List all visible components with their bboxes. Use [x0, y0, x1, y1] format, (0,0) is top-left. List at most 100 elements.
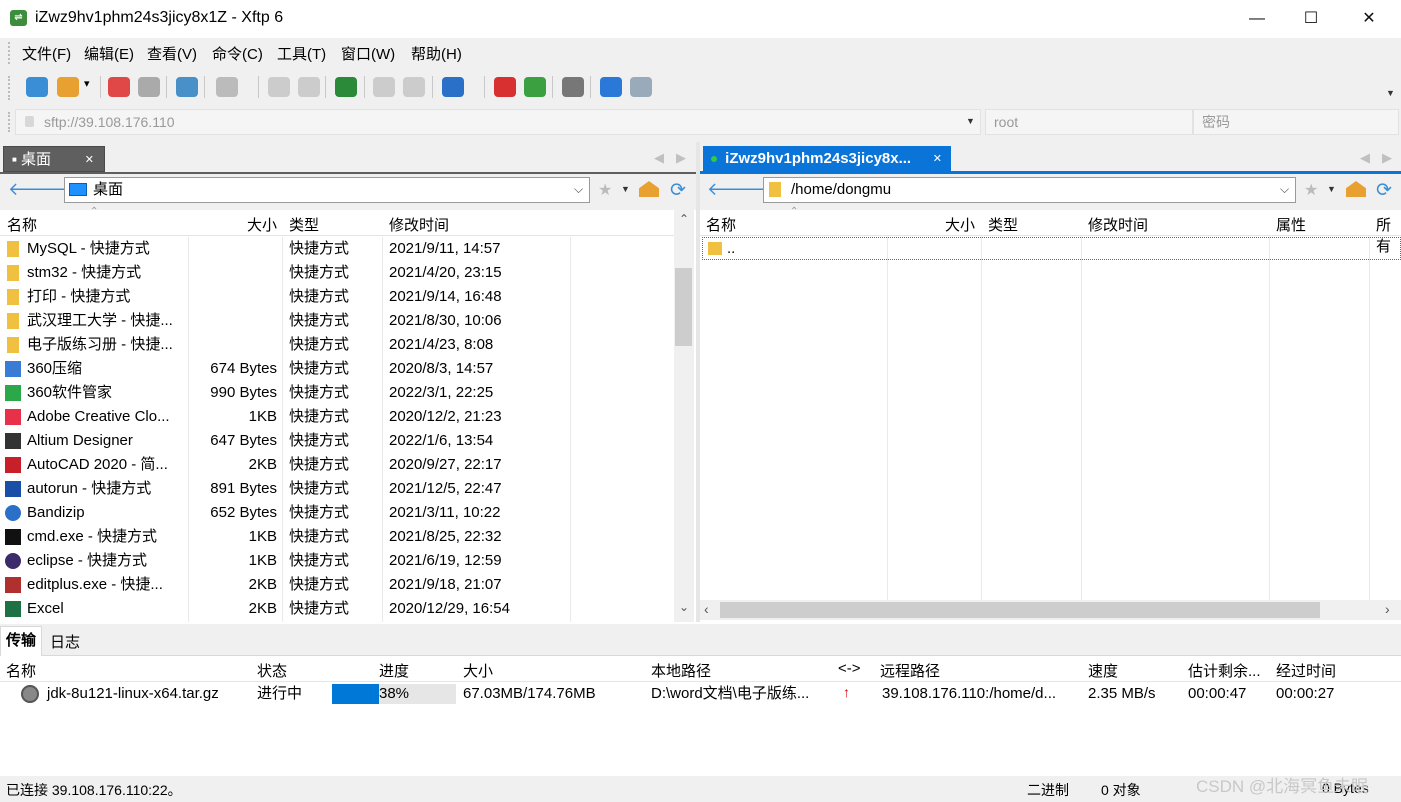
file-row[interactable]: MySQL - 快捷方式 快捷方式 2021/9/11, 14:57 [0, 237, 674, 261]
file-row[interactable]: Adobe Creative Clo... 1KB 快捷方式 2020/12/2, 2… [0, 405, 674, 429]
parent-dir-row[interactable]: .. [702, 237, 1401, 260]
file-row[interactable]: 电子版练习册 - 快捷... 快捷方式 2021/4/23, 8:08 [0, 333, 674, 357]
column-header[interactable]: 属性 [1276, 214, 1306, 235]
right-path-input[interactable]: /home/dongmu [763, 177, 1296, 203]
tab-transfer[interactable]: 传输 [0, 626, 42, 656]
toolbar-overflow-icon[interactable]: ▼ [1386, 88, 1395, 98]
menu-item[interactable]: 帮助(H) [411, 43, 462, 64]
file-row[interactable]: editplus.exe - 快捷... 2KB 快捷方式 2021/9/18, 21… [0, 573, 674, 597]
chat-icon[interactable] [630, 77, 652, 97]
play-icon[interactable] [216, 77, 238, 97]
open-folder-icon[interactable] [57, 77, 79, 97]
file-row[interactable]: Altium Designer 647 Bytes 快捷方式 2022/1/6, 13… [0, 429, 674, 453]
bookmark-star-icon[interactable]: ★ [1304, 180, 1318, 200]
copy-icon[interactable] [373, 77, 395, 97]
scroll-left-icon[interactable]: ‹ [704, 601, 709, 617]
upload-icon[interactable] [298, 77, 320, 97]
xshell-icon[interactable] [494, 77, 516, 97]
help-icon[interactable] [600, 77, 622, 97]
disconnect-icon[interactable] [138, 77, 160, 97]
file-row[interactable]: 360软件管家 990 Bytes 快捷方式 2022/3/1, 22:25 [0, 381, 674, 405]
globe-icon[interactable] [442, 77, 464, 97]
column-header[interactable]: 修改时间 [389, 214, 449, 235]
tab-scroll-left-icon[interactable]: ◀ [654, 150, 664, 166]
column-header[interactable]: 类型 [988, 214, 1018, 235]
column-header[interactable]: 本地路径 [651, 660, 711, 681]
tab-right-session[interactable]: iZwz9hv1phm24s3jicy8x... ✕ [703, 146, 951, 172]
path-dropdown-icon[interactable]: ⌵ [574, 182, 583, 197]
column-header[interactable]: 名称 [6, 660, 36, 681]
close-button[interactable]: ✕ [1342, 0, 1396, 38]
dropdown-icon[interactable]: ▾ [84, 77, 92, 97]
left-path-input[interactable]: 桌面 [64, 177, 590, 203]
tab-scroll-left-icon[interactable]: ◀ [1360, 150, 1370, 166]
tab-left-desktop[interactable]: ■ 桌面 ✕ [3, 146, 105, 172]
file-row[interactable]: eclipse - 快捷方式 1KB 快捷方式 2021/6/19, 12:59 [0, 549, 674, 573]
file-row[interactable]: Bandizip 652 Bytes 快捷方式 2021/3/11, 10:22 [0, 501, 674, 525]
column-header[interactable]: 进度 [379, 660, 409, 681]
scroll-right-icon[interactable]: › [1385, 601, 1390, 617]
left-scroll-thumb[interactable] [675, 268, 692, 346]
file-row[interactable]: cmd.exe - 快捷方式 1KB 快捷方式 2021/8/25, 22:32 [0, 525, 674, 549]
column-header[interactable]: 大小 [889, 214, 975, 235]
column-header[interactable]: 大小 [190, 214, 277, 235]
menu-item[interactable]: 工具(T) [277, 43, 326, 64]
menu-item[interactable]: 文件(F) [22, 43, 71, 64]
tab-scroll-right-icon[interactable]: ▶ [1382, 150, 1392, 166]
connect-icon[interactable] [108, 77, 130, 97]
column-header[interactable]: 远程路径 [880, 660, 940, 681]
menu-bar [0, 38, 1401, 68]
scroll-down-icon[interactable]: ⌄ [679, 600, 689, 614]
sync-icon[interactable] [335, 77, 357, 97]
maximize-button[interactable]: ☐ [1284, 0, 1338, 38]
column-header[interactable]: 状态 [257, 660, 287, 681]
file-type: 快捷方式 [289, 336, 350, 353]
file-row[interactable]: 武汉理工大学 - 快捷... 快捷方式 2021/8/30, 10:06 [0, 309, 674, 333]
file-row[interactable]: stm32 - 快捷方式 快捷方式 2021/4/20, 23:15 [0, 261, 674, 285]
right-scroll-thumb[interactable] [720, 602, 1320, 618]
scroll-up-icon[interactable]: ⌃ [679, 212, 689, 226]
bookmark-dropdown-icon[interactable]: ▼ [1327, 184, 1336, 194]
tab-scroll-right-icon[interactable]: ▶ [676, 150, 686, 166]
host-dropdown-icon[interactable]: ▼ [966, 116, 975, 126]
file-row[interactable]: AutoCAD 2020 - 简... 2KB 快捷方式 2020/9/27, 22:… [0, 453, 674, 477]
menu-item[interactable]: 窗口(W) [341, 43, 395, 64]
file-row[interactable]: 360压缩 674 Bytes 快捷方式 2020/8/3, 14:57 [0, 357, 674, 381]
transfer-row[interactable]: jdk-8u121-linux-x64.tar.gz 进行中 38% 67.03… [0, 682, 1401, 706]
column-header[interactable]: 大小 [463, 660, 493, 681]
password-input[interactable]: 密码 [1193, 109, 1399, 135]
refresh-icon[interactable]: ⟳ [1376, 179, 1392, 202]
username-input[interactable]: root [985, 109, 1193, 135]
tab-label: iZwz9hv1phm24s3jicy8x... [725, 150, 912, 167]
minimize-button[interactable]: — [1230, 0, 1284, 38]
column-header[interactable]: 估计剩余... [1188, 660, 1261, 681]
file-row[interactable]: autorun - 快捷方式 891 Bytes 快捷方式 2021/12/5, 22… [0, 477, 674, 501]
file-row[interactable]: Excel 2KB 快捷方式 2020/12/29, 16:54 [0, 597, 674, 621]
menu-item[interactable]: 编辑(E) [84, 43, 134, 64]
column-header[interactable]: <-> [838, 660, 861, 677]
new-window-icon[interactable] [176, 77, 198, 97]
settings-gear-icon[interactable] [562, 77, 584, 97]
bookmark-star-icon[interactable]: ★ [598, 180, 612, 200]
column-header[interactable]: 类型 [289, 214, 319, 235]
column-header[interactable]: 修改时间 [1088, 214, 1148, 235]
refresh-icon[interactable]: ⟳ [670, 179, 686, 202]
bookmark-dropdown-icon[interactable]: ▼ [621, 184, 630, 194]
new-session-icon[interactable] [26, 77, 48, 97]
column-header[interactable]: 名称 [7, 214, 37, 235]
tab-log[interactable]: 日志 [50, 631, 80, 652]
column-header[interactable]: 速度 [1088, 660, 1118, 681]
download-icon[interactable] [268, 77, 290, 97]
menu-item[interactable]: 命令(C) [212, 43, 263, 64]
xftp-icon[interactable] [524, 77, 546, 97]
column-header[interactable]: 名称 [706, 214, 736, 235]
file-row[interactable]: 打印 - 快捷方式 快捷方式 2021/9/14, 16:48 [0, 285, 674, 309]
path-dropdown-icon[interactable]: ⌵ [1280, 182, 1289, 197]
file-type: 快捷方式 [289, 360, 350, 377]
menu-item[interactable]: 查看(V) [147, 43, 197, 64]
tab-close-icon[interactable]: ✕ [933, 146, 942, 172]
column-header[interactable]: 经过时间 [1276, 660, 1336, 681]
tab-close-icon[interactable]: ✕ [85, 147, 94, 173]
host-address-input[interactable]: sftp://39.108.176.110 [15, 109, 981, 135]
paste-icon[interactable] [403, 77, 425, 97]
